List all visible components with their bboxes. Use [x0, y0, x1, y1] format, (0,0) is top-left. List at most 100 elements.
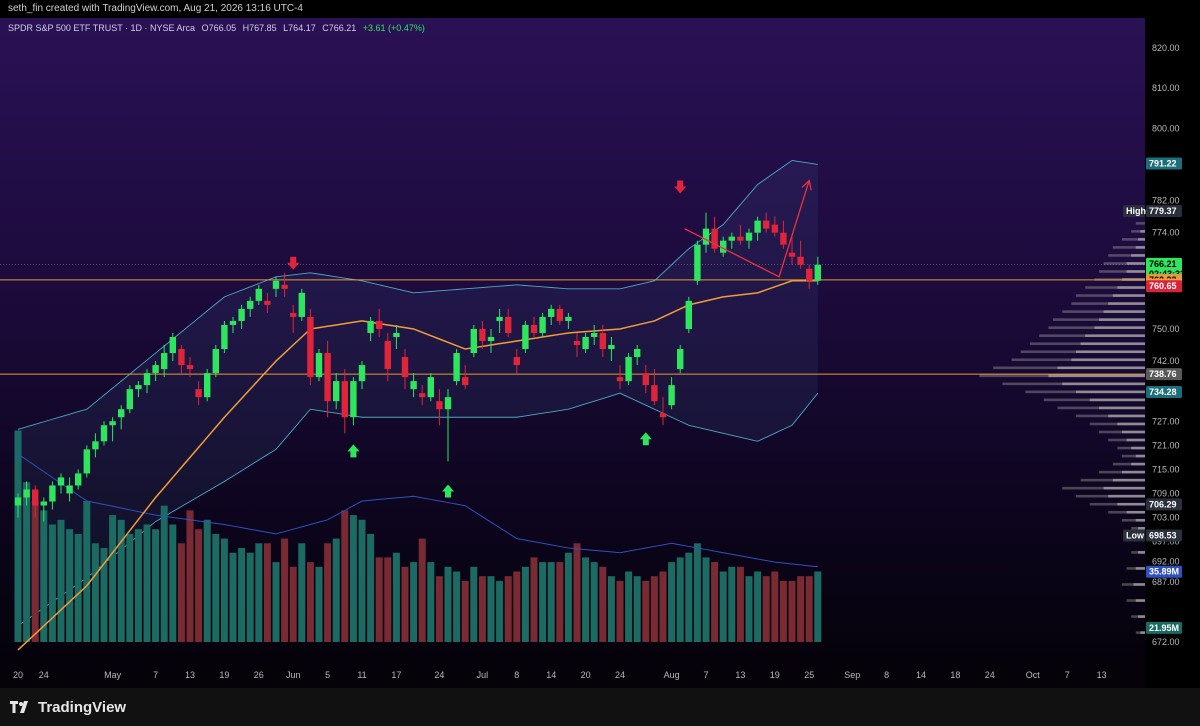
volume-bar: [444, 566, 452, 642]
volume-bar: [367, 533, 375, 642]
volume-profile-bar-inner: [1138, 551, 1145, 554]
volume-profile-bar-inner: [1133, 583, 1145, 586]
time-tick-label: 24: [985, 670, 995, 680]
candle-body: [290, 312, 297, 317]
candle-body: [479, 328, 486, 341]
volume-bar: [40, 510, 48, 642]
candle-body: [513, 357, 520, 366]
price-tick-label: 800.00: [1152, 123, 1180, 133]
candle-body: [23, 489, 30, 498]
time-tick-label: 20: [581, 670, 591, 680]
candle-body: [204, 373, 211, 398]
volume-profile-bar-inner: [1126, 438, 1145, 442]
volume-profile-bar-inner: [1140, 230, 1145, 233]
candle-body: [806, 268, 813, 281]
time-tick-label: 19: [770, 670, 780, 680]
price-tag-text: 791.22: [1149, 159, 1177, 169]
volume-bar: [143, 524, 151, 642]
candle-body: [780, 232, 787, 245]
volume-profile-bar-inner: [1126, 262, 1145, 265]
candle-body: [341, 381, 348, 418]
volume-profile-bar-inner: [1108, 414, 1145, 418]
volume-bar: [711, 562, 719, 642]
price-tag-text: 766.21: [1149, 259, 1177, 269]
volume-bar: [31, 501, 39, 642]
time-tick-label: May: [104, 670, 122, 680]
price-tag-text: 706.29: [1149, 499, 1177, 509]
volume-profile-bar-inner: [1094, 326, 1145, 329]
volume-bar: [349, 515, 357, 642]
volume-bar: [203, 519, 211, 642]
volume-bar: [461, 580, 469, 642]
price-tag-text: 21.95M: [1149, 623, 1179, 633]
volume-profile-bar-inner: [1126, 270, 1145, 273]
candle-body: [470, 328, 477, 354]
candle-body: [333, 381, 340, 402]
candle-body: [634, 349, 641, 358]
candle-body: [32, 489, 39, 506]
volume-profile-bar-inner: [1089, 398, 1145, 402]
volume-profile-bar-inner: [1117, 422, 1145, 426]
volume-bar: [126, 533, 134, 642]
candle-body: [57, 477, 65, 486]
volume-profile-bar-inner: [1117, 502, 1145, 506]
candle-body: [358, 365, 366, 382]
candle-body: [195, 389, 202, 398]
candle-body: [599, 332, 606, 350]
price-tag-text: 698.53: [1149, 530, 1177, 540]
volume-bar: [754, 571, 762, 642]
time-tick-label: 24: [39, 670, 49, 680]
volume-bar: [220, 538, 228, 642]
price-tick-label: 774.00: [1152, 228, 1180, 238]
volume-profile-bar-inner: [1131, 462, 1145, 466]
volume-bar: [152, 529, 160, 642]
volume-bar: [728, 566, 736, 642]
volume-bar: [315, 566, 323, 642]
volume-bar: [100, 548, 108, 642]
volume-profile-bar-inner: [1099, 318, 1145, 321]
volume-bar: [659, 571, 667, 642]
volume-profile-bar-inner: [1080, 342, 1145, 346]
price-chart[interactable]: 820.00 810.00 800.00 782.00 774.00 750.00 742.…: [0, 18, 1200, 688]
volume-profile-bar-inner: [1057, 366, 1145, 370]
candle-body: [702, 228, 710, 245]
volume-bar: [160, 505, 168, 642]
volume-bar: [212, 533, 220, 642]
volume-bar: [229, 552, 237, 642]
tradingview-logo[interactable]: TradingView: [0, 699, 126, 716]
volume-profile-bar-inner: [1112, 478, 1145, 482]
time-tick-label: 13: [735, 670, 745, 680]
volume-bar: [83, 501, 91, 642]
candle-body: [522, 324, 529, 350]
time-tick-label: 7: [1065, 670, 1070, 680]
candle-body: [118, 409, 125, 418]
price-tick-label: 703.00: [1152, 513, 1180, 523]
volume-bar: [676, 557, 684, 642]
volume-bar: [195, 529, 203, 642]
candle-body: [625, 357, 632, 382]
candle-body: [530, 324, 538, 333]
logo-text: TradingView: [38, 698, 127, 716]
time-tick-label: 14: [546, 670, 556, 680]
price-tick-label: 672.00: [1152, 637, 1180, 647]
price-tick-label: 721.00: [1152, 440, 1180, 450]
time-tick-label: 24: [615, 670, 625, 680]
volume-bar: [341, 510, 349, 642]
time-tick-label: Jul: [477, 670, 489, 680]
candle-body: [427, 377, 434, 398]
volume-bar: [427, 562, 435, 642]
volume-bar: [779, 580, 787, 642]
time-tick-label: Jun: [286, 670, 301, 680]
volume-bar: [685, 552, 693, 642]
volume-profile-bar-inner: [1071, 358, 1145, 362]
candle-body: [573, 341, 581, 346]
volume-bar: [625, 571, 633, 642]
volume-profile-bar-inner: [1135, 518, 1145, 522]
volume-bar: [513, 571, 521, 642]
volume-bar: [797, 576, 805, 642]
volume-profile-bar-inner: [1085, 334, 1145, 337]
volume-bar: [478, 576, 486, 642]
volume-bar: [590, 562, 598, 642]
candle-body: [565, 316, 572, 321]
volume-bar: [719, 571, 727, 642]
